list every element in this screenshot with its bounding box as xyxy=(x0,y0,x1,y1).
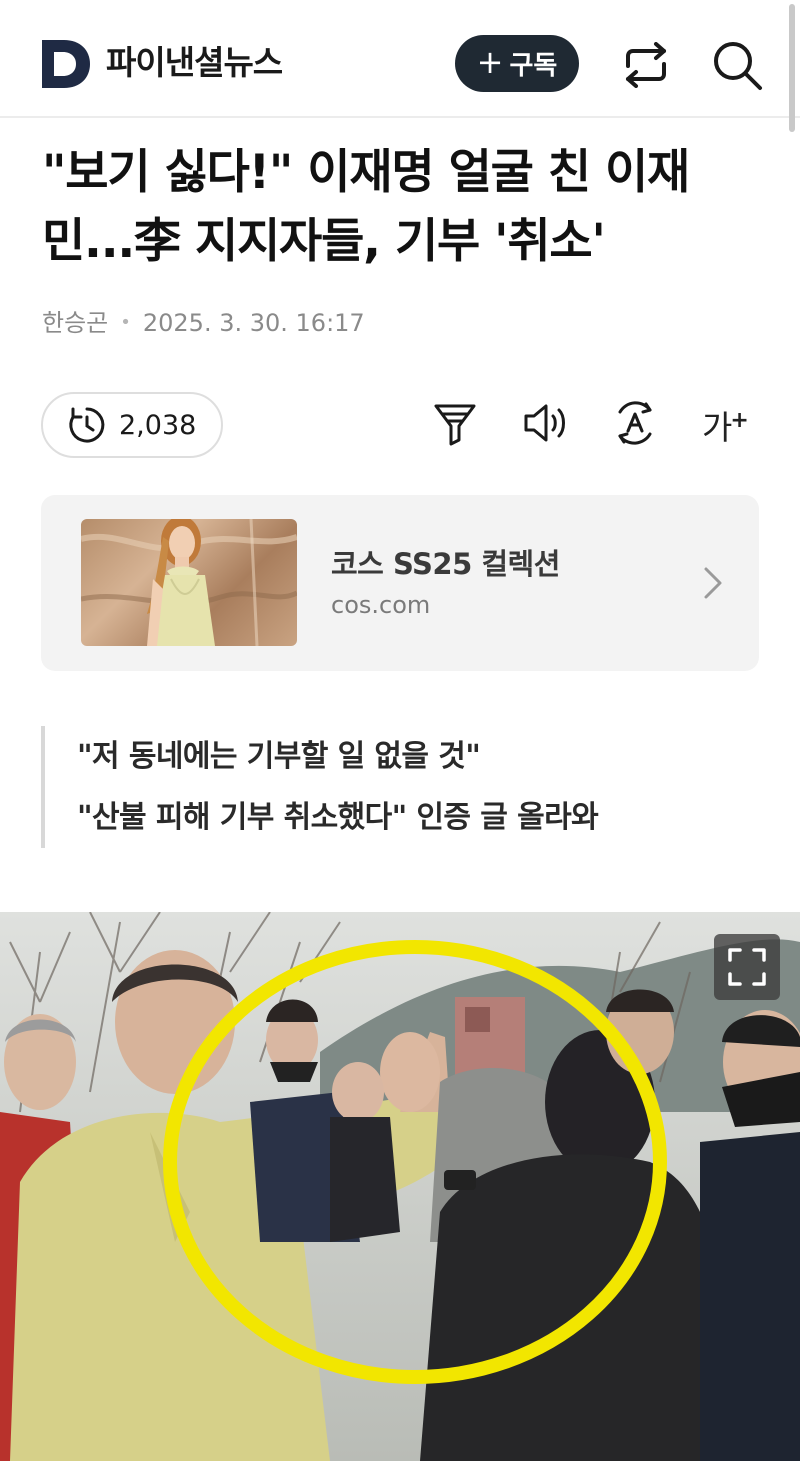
separator-dot: • xyxy=(120,312,131,333)
app-header: 파이낸셜뉴스 + 구독 xyxy=(0,0,800,118)
brand-logo-icon[interactable] xyxy=(42,40,90,88)
view-count: 2,038 xyxy=(119,409,197,441)
font-size-label: 가 xyxy=(702,408,733,447)
news-photo-scene xyxy=(0,912,800,1461)
article-photo[interactable] xyxy=(0,912,800,1461)
subheading-line: "저 동네에는 기부할 일 없을 것" xyxy=(77,739,481,774)
fullscreen-icon xyxy=(728,948,766,986)
ad-domain: cos.com xyxy=(331,591,431,619)
publish-datetime: 2025. 3. 30. 16:17 xyxy=(142,309,365,337)
sponsored-ad-card[interactable]: 코스 SS25 컬렉션 cos.com xyxy=(41,495,759,671)
subheading-line: "산불 피해 기부 취소했다" 인증 글 올라와 xyxy=(77,800,599,835)
view-count-badge: 2,038 xyxy=(41,392,223,458)
translate-icon[interactable] xyxy=(612,400,658,446)
article-headline: "보기 싫다!" 이재명 얼굴 친 이재민...李 지지자들, 기부 '취소' xyxy=(42,145,690,269)
brand-name[interactable]: 파이낸셜뉴스 xyxy=(106,40,283,86)
speaker-icon[interactable] xyxy=(522,400,568,446)
ad-title: 코스 SS25 컬렉션 xyxy=(331,547,560,581)
share-icon[interactable] xyxy=(620,42,672,88)
chevron-right-icon xyxy=(704,567,722,599)
scrollbar[interactable] xyxy=(789,4,795,132)
author-name[interactable]: 한승곤 xyxy=(42,305,108,341)
ad-model-illustration xyxy=(81,519,297,646)
clock-icon xyxy=(69,407,105,443)
filter-icon[interactable] xyxy=(432,400,478,446)
ad-thumbnail xyxy=(81,519,297,646)
plus-icon: + xyxy=(476,43,504,81)
font-size-plus: + xyxy=(730,408,749,433)
fullscreen-button[interactable] xyxy=(714,934,780,1000)
subscribe-label: 구독 xyxy=(509,51,558,81)
subscribe-button[interactable]: + 구독 xyxy=(455,35,579,92)
article-byline: 한승곤 • 2025. 3. 30. 16:17 xyxy=(42,305,365,341)
font-size-button[interactable]: 가+ xyxy=(702,396,749,453)
article-subheading: "저 동네에는 기부할 일 없을 것" "산불 피해 기부 취소했다" 인증 글… xyxy=(41,726,761,848)
search-icon[interactable] xyxy=(710,38,764,92)
